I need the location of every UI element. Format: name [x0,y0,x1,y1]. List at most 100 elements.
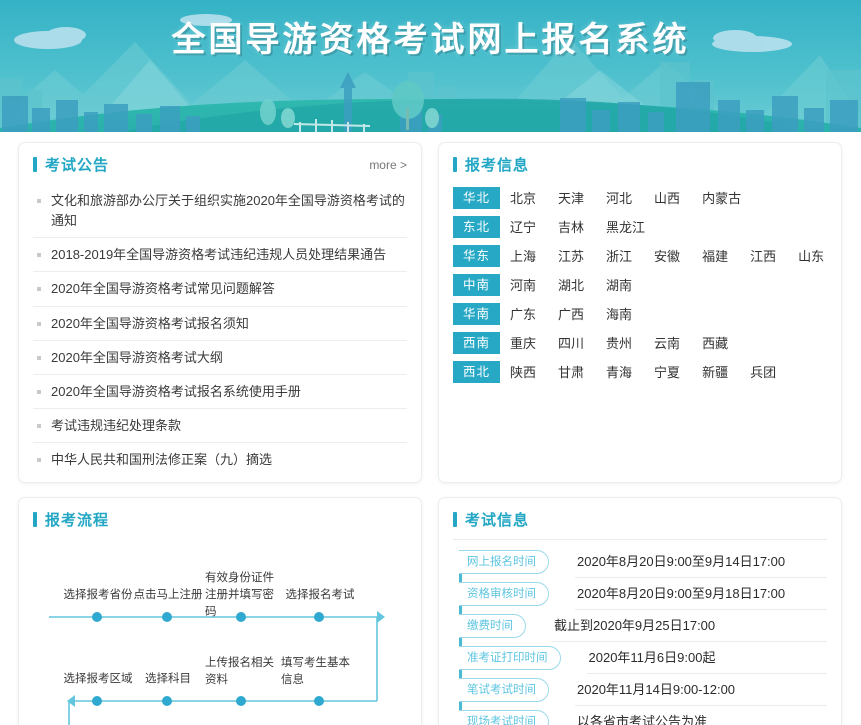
flow-arrow-left [67,695,75,707]
province-link[interactable]: 四川 [558,333,584,352]
list-item[interactable]: 2020年全国导游资格考试报名系统使用手册 [33,374,407,408]
list-item[interactable]: 中华人民共和国刑法修正案（九）摘选 [33,442,407,476]
exam-info-label[interactable]: 准考证打印时间 [459,646,561,670]
province-link[interactable]: 北京 [510,188,536,207]
province-link[interactable]: 广东 [510,304,536,323]
exam-info-label[interactable]: 缴费时间 [459,614,526,638]
exam-info-label[interactable]: 现场考试时间 [459,710,549,725]
province-link[interactable]: 重庆 [510,333,536,352]
bullet-icon [37,253,41,257]
announcement-link[interactable]: 2020年全国导游资格考试大纲 [51,348,407,368]
announcement-link[interactable]: 考试违规违纪处理条款 [51,416,407,436]
exam-info-value: 2020年8月20日9:00至9月18日17:00 [575,578,827,610]
region-row: 华东 上海 江苏 浙江 安徽 福建 江西 山东 [453,244,827,267]
province-link[interactable]: 浙江 [606,246,632,265]
province-link[interactable]: 安徽 [654,246,680,265]
list-item[interactable]: 考试违规违纪处理条款 [33,408,407,442]
province-link[interactable]: 广西 [558,304,584,323]
exam-info-panel: 考试信息 网上报名时间 2020年8月20日9:00至9月14日17:00 资格… [438,497,842,725]
announcement-link[interactable]: 文化和旅游部办公厅关于组织实施2020年全国导游资格考试的通知 [51,191,407,231]
list-item[interactable]: 2020年全国导游资格考试大纲 [33,340,407,374]
region-title: 报考信息 [453,154,529,175]
province-link[interactable]: 黑龙江 [606,217,645,236]
divider [453,539,827,540]
province-link[interactable]: 山东 [798,246,824,265]
region-tag-zhongnan[interactable]: 中南 [453,274,500,296]
region-tag-huabei[interactable]: 华北 [453,187,500,209]
exam-info-value: 2020年11月6日9:00起 [587,642,828,674]
province-link[interactable]: 兵团 [750,362,776,381]
flow-step-label: 填写考生基本信息 [281,655,359,688]
exam-info-label[interactable]: 笔试考试时间 [459,678,549,702]
flow-step-label: 选择科目 [131,671,205,688]
province-link[interactable]: 宁夏 [654,362,680,381]
banner-title: 全国导游资格考试网上报名系统 [0,12,861,61]
province-link[interactable]: 辽宁 [510,217,536,236]
region-tag-xibei[interactable]: 西北 [453,361,500,383]
exam-info-value: 截止到2020年9月25日17:00 [552,610,827,642]
announcement-link[interactable]: 2018-2019年全国导游资格考试违纪违规人员处理结果通告 [51,245,407,265]
province-link[interactable]: 青海 [606,362,632,381]
title-accent-bar [33,157,37,172]
province-link[interactable]: 内蒙古 [702,188,741,207]
province-link[interactable]: 新疆 [702,362,728,381]
title-accent-bar [453,157,457,172]
flow-step-label: 上传报名相关资料 [205,655,275,688]
province-link[interactable]: 江苏 [558,246,584,265]
exam-info-value: 2020年8月20日9:00至9月14日17:00 [575,546,827,578]
province-link[interactable]: 湖北 [558,275,584,294]
region-row: 华南 广东 广西 海南 [453,302,827,325]
announcement-link[interactable]: 2020年全国导游资格考试报名系统使用手册 [51,382,407,402]
province-link[interactable]: 湖南 [606,275,632,294]
province-link[interactable]: 云南 [654,333,680,352]
table-row: 现场考试时间 以各省市考试公告为准 [453,706,827,725]
province-link[interactable]: 山西 [654,188,680,207]
flow-title-text: 报考流程 [45,509,109,530]
province-link[interactable]: 河南 [510,275,536,294]
flow-step-label: 有效身份证件注册并填写密码 [205,570,283,620]
region-row: 西南 重庆 四川 贵州 云南 西藏 [453,331,827,354]
region-row: 东北 辽宁 吉林 黑龙江 [453,215,827,238]
list-item[interactable]: 文化和旅游部办公厅关于组织实施2020年全国导游资格考试的通知 [33,184,407,237]
announcement-link[interactable]: 2020年全国导游资格考试常见问题解答 [51,279,407,299]
title-accent-bar [33,512,37,527]
announcement-link[interactable]: 2020年全国导游资格考试报名须知 [51,314,407,334]
list-item[interactable]: 2020年全国导游资格考试报名须知 [33,306,407,340]
region-tag-huadong[interactable]: 华东 [453,245,500,267]
province-link[interactable]: 吉林 [558,217,584,236]
province-link[interactable]: 江西 [750,246,776,265]
province-link[interactable]: 河北 [606,188,632,207]
province-link[interactable]: 上海 [510,246,536,265]
flow-step-label: 选择报考区域 [53,671,143,688]
region-tag-huanan[interactable]: 华南 [453,303,500,325]
flow-step-label: 点击马上注册 [123,587,213,604]
province-link[interactable]: 福建 [702,246,728,265]
bullet-icon [37,390,41,394]
province-link[interactable]: 陕西 [510,362,536,381]
region-tag-dongbei[interactable]: 东北 [453,216,500,238]
province-link[interactable]: 贵州 [606,333,632,352]
title-accent-bar [453,512,457,527]
flow-header: 报考流程 [19,498,421,539]
bullet-icon [37,356,41,360]
exam-info-header: 考试信息 [439,498,841,539]
province-link[interactable]: 西藏 [702,333,728,352]
exam-info-title: 考试信息 [453,509,529,530]
province-link[interactable]: 天津 [558,188,584,207]
list-item[interactable]: 2020年全国导游资格考试常见问题解答 [33,271,407,305]
region-title-text: 报考信息 [465,154,529,175]
registration-flow-panel: 报考流程 [18,497,422,725]
exam-info-label[interactable]: 网上报名时间 [459,550,549,574]
list-item[interactable]: 2018-2019年全国导游资格考试违纪违规人员处理结果通告 [33,237,407,271]
exam-info-value: 以各省市考试公告为准 [575,706,827,725]
exam-info-label[interactable]: 资格审核时间 [459,582,549,606]
province-link[interactable]: 甘肃 [558,362,584,381]
announcement-link[interactable]: 中华人民共和国刑法修正案（九）摘选 [51,450,407,470]
announcement-more-link[interactable]: more > [369,158,407,172]
region-list: 华北 北京 天津 河北 山西 内蒙古 东北 辽宁 吉林 黑龙江 华东 上海 江苏 [439,184,841,403]
region-tag-xinan[interactable]: 西南 [453,332,500,354]
announcement-header: 考试公告 more > [19,143,421,184]
table-row: 资格审核时间 2020年8月20日9:00至9月18日17:00 [453,578,827,610]
province-link[interactable]: 海南 [606,304,632,323]
flow-title: 报考流程 [33,509,109,530]
